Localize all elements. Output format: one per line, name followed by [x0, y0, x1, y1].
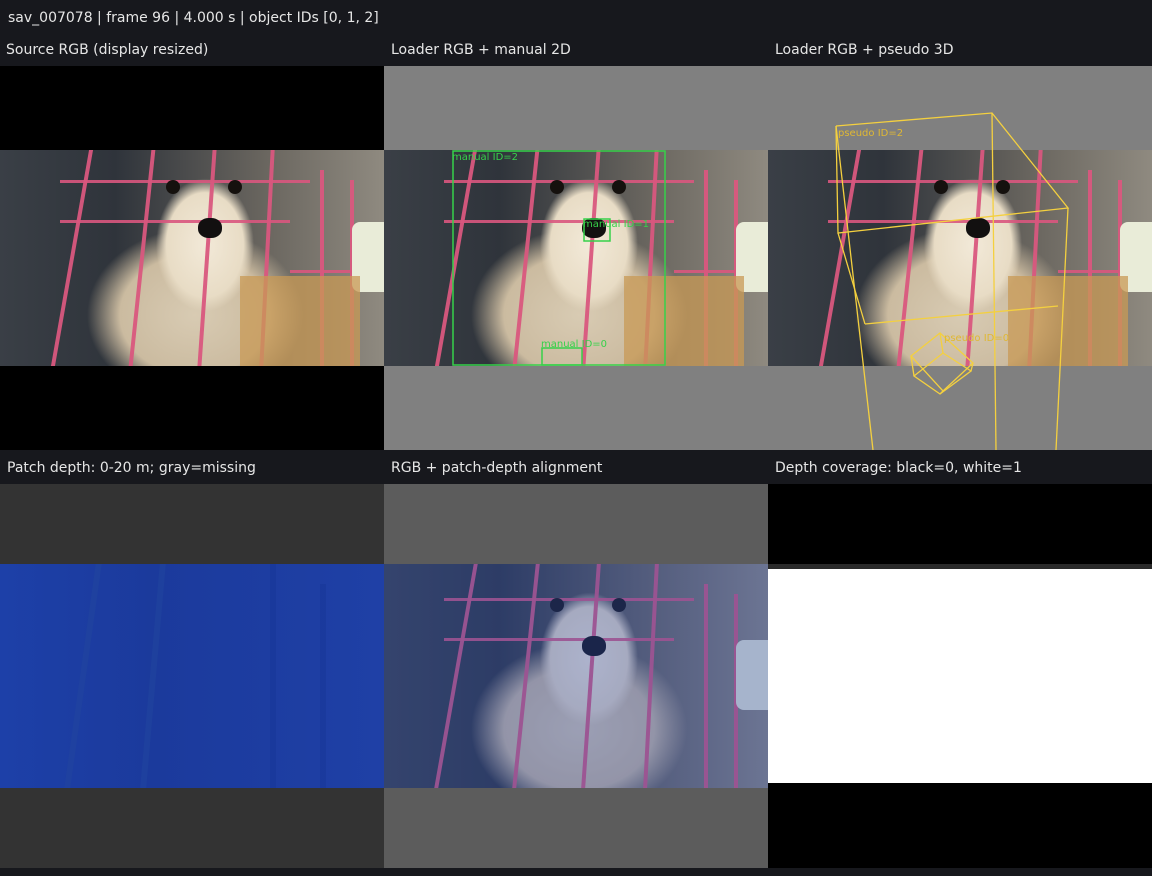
pseudo-label-id-2: pseudo ID=2 [838, 128, 904, 139]
panel-title-depth-coverage: Depth coverage: black=0, white=1 [775, 460, 1022, 476]
source-rgb-image [0, 150, 384, 366]
patch-depth-panel [0, 484, 384, 868]
pseudo-3d-overlay [835, 112, 1070, 450]
panel-title-patch-depth: Patch depth: 0-20 m; gray=missing [7, 460, 256, 476]
manual-box-id-0 [541, 347, 583, 366]
manual-label-id-0: manual ID=0 [541, 339, 608, 350]
panel-title-pseudo-3d: Loader RGB + pseudo 3D [775, 42, 954, 58]
manual-box-id-2 [452, 150, 666, 366]
depth-alignment-image [384, 564, 768, 788]
depth-coverage-panel [768, 484, 1152, 868]
depth-coverage-map [768, 569, 1152, 783]
depth-alignment-panel [384, 484, 768, 868]
frame-info-header: sav_007078 | frame 96 | 4.000 s | object… [8, 10, 379, 26]
panel-title-depth-alignment: RGB + patch-depth alignment [391, 460, 603, 476]
pseudo-label-id-0: pseudo ID=0 [944, 333, 1010, 344]
panel-title-source-rgb: Source RGB (display resized) [6, 42, 209, 58]
source-rgb-panel [0, 66, 384, 450]
pseudo-cuboid-id-2 [835, 112, 1070, 450]
patch-depth-map [0, 564, 384, 788]
pseudo-3d-panel: pseudo ID=2 pseudo ID=0 [768, 66, 1152, 450]
manual-2d-overlay [452, 150, 666, 366]
manual-label-id-2: manual ID=2 [452, 152, 519, 163]
manual-2d-panel: manual ID=2 manual ID=1 manual ID=0 [384, 66, 768, 450]
panel-title-manual-2d: Loader RGB + manual 2D [391, 42, 571, 58]
manual-label-id-1: manual ID=1 [583, 219, 650, 230]
